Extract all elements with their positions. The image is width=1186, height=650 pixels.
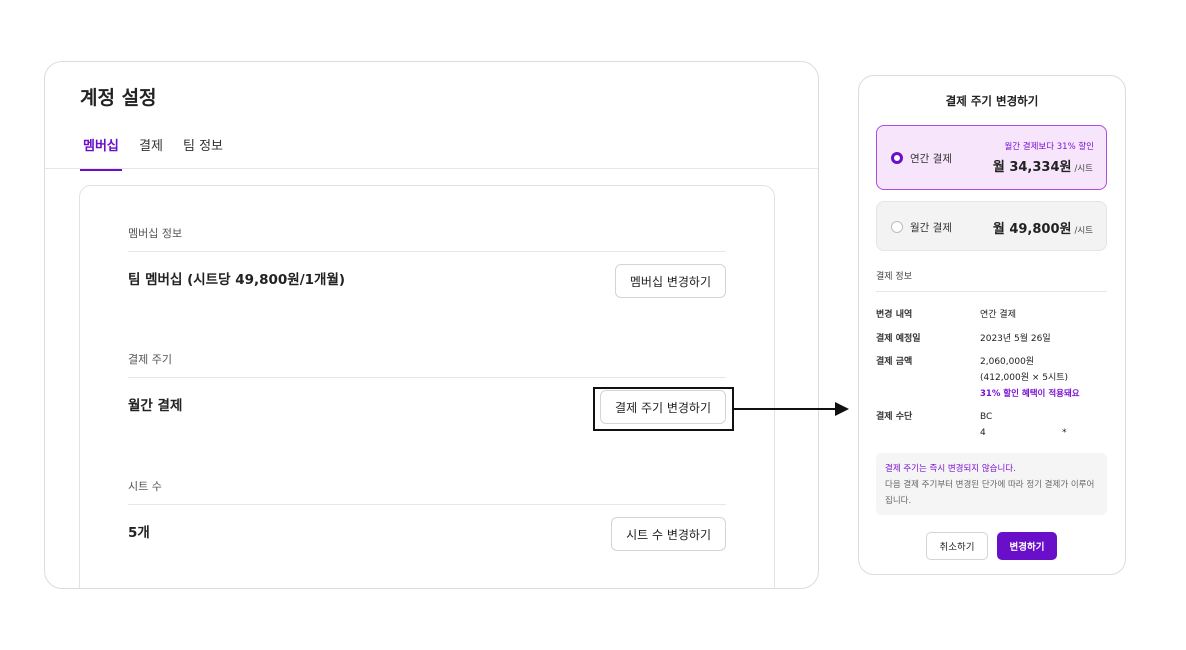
settings-tabs: 멤버십 결제 팀 정보 — [45, 126, 818, 171]
notice-box: 결제 주기는 즉시 변경되지 않습니다. 다음 결제 주기부터 변경된 단가에 … — [876, 453, 1107, 515]
plan-option-annual[interactable]: 연간 결제 월간 결제보다 31% 할인 월 34,334원/시트 — [876, 125, 1107, 190]
info-value-group: BC 4 * — [980, 409, 1070, 441]
card-number-start: 4 — [980, 428, 986, 438]
plan-price-unit: /시트 — [1074, 226, 1093, 236]
card-number-end: * — [1062, 428, 1067, 438]
tab-membership[interactable]: 멤버십 — [80, 135, 122, 171]
tab-billing[interactable]: 결제 — [139, 135, 163, 169]
card-issuer: BC — [980, 412, 993, 422]
plan-price-unit: /시트 — [1074, 164, 1093, 174]
plan-option-monthly[interactable]: 월간 결제 월 49,800원/시트 — [876, 201, 1107, 251]
info-value: 2023년 5월 26일 — [980, 334, 1051, 344]
membership-info-section: 멤버십 정보 팀 멤버십 (시트당 49,800원/1개월) 멤버십 변경하기 — [128, 225, 726, 298]
membership-info-label: 멤버십 정보 — [128, 225, 726, 252]
plan-name: 월간 결제 — [910, 222, 952, 234]
amount-discount-note: 31% 할인 혜택이 적용돼요 — [980, 389, 1080, 399]
plan-price-amount: 월 34,334원 — [992, 160, 1072, 175]
info-key: 변경 내역 — [876, 310, 913, 320]
seat-count-value: 5개 — [128, 525, 150, 541]
account-settings-panel: 계정 설정 멤버십 결제 팀 정보 멤버십 정보 팀 멤버십 (시트당 49,8… — [44, 61, 819, 589]
amount-detail: (412,000원 × 5시트) — [980, 373, 1069, 383]
radio-selected-icon[interactable] — [891, 152, 903, 164]
plan-price: 월 34,334원/시트 — [993, 156, 1093, 175]
plan-name: 연간 결제 — [910, 153, 952, 165]
confirm-change-button[interactable]: 변경하기 — [997, 532, 1057, 560]
billing-cycle-value: 월간 결제 — [128, 398, 183, 414]
card-number: 4 * — [980, 425, 1070, 441]
notice-title: 결제 주기는 즉시 변경되지 않습니다. — [885, 464, 1016, 474]
plan-price: 월 49,800원/시트 — [993, 218, 1093, 237]
seat-count-section: 시트 수 5개 시트 수 변경하기 — [128, 478, 726, 551]
change-billing-cycle-modal: 결제 주기 변경하기 연간 결제 월간 결제보다 31% 할인 월 34,334… — [858, 75, 1126, 575]
cancel-button[interactable]: 취소하기 — [926, 532, 988, 560]
billing-cycle-label: 결제 주기 — [128, 351, 726, 378]
info-key: 결제 금액 — [876, 357, 913, 367]
seat-count-label: 시트 수 — [128, 478, 726, 505]
page-title: 계정 설정 — [80, 87, 157, 109]
billing-cycle-section: 결제 주기 월간 결제 결제 주기 변경하기 — [128, 351, 726, 424]
amount-total: 2,060,000원 — [980, 357, 1035, 367]
highlight-frame — [593, 387, 734, 431]
modal-title: 결제 주기 변경하기 — [945, 94, 1039, 108]
info-key: 결제 예정일 — [876, 334, 921, 344]
change-seat-count-button[interactable]: 시트 수 변경하기 — [611, 517, 726, 551]
plan-price-amount: 월 49,800원 — [992, 222, 1072, 237]
billing-info-label: 결제 정보 — [876, 269, 1107, 292]
notice-body: 다음 결제 주기부터 변경된 단가에 따라 정기 결제가 이루어집니다. — [885, 480, 1095, 506]
tab-team-info[interactable]: 팀 정보 — [183, 135, 223, 169]
change-membership-button[interactable]: 멤버십 변경하기 — [614, 264, 726, 298]
membership-info-value: 팀 멤버십 (시트당 49,800원/1개월) — [128, 272, 346, 288]
info-value: 연간 결제 — [980, 310, 1016, 320]
plan-discount-badge: 월간 결제보다 31% 할인 — [1004, 142, 1094, 152]
info-value-group: 2,060,000원 (412,000원 × 5시트) 31% 할인 혜택이 적… — [980, 354, 1080, 402]
arrow-line — [734, 408, 838, 410]
arrow-head-icon — [835, 402, 849, 416]
radio-unselected-icon[interactable] — [891, 221, 903, 233]
info-key: 결제 수단 — [876, 412, 913, 422]
